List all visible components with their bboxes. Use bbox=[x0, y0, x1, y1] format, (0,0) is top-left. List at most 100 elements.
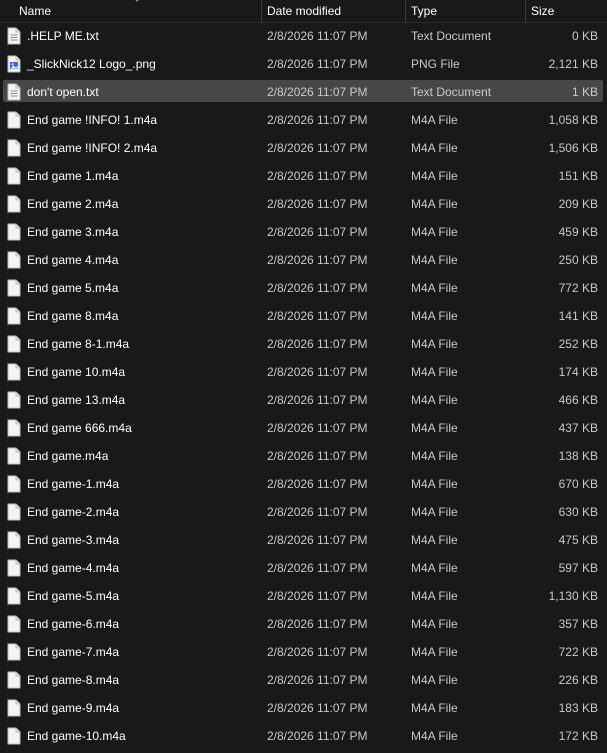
file-date-modified: 2/8/2026 11:07 PM bbox=[267, 309, 368, 323]
file-row[interactable]: .HELP ME.txt 2/8/2026 11:07 PM Text Docume… bbox=[0, 22, 607, 50]
file-row[interactable]: End game 8-1.m4a 2/8/2026 11:07 PM M4A Fil… bbox=[0, 330, 607, 358]
file-name: End game-1.m4a bbox=[27, 477, 120, 491]
text-file-icon bbox=[7, 83, 21, 101]
file-name: .HELP ME.txt bbox=[27, 29, 99, 43]
file-row[interactable]: End game-3.m4a 2/8/2026 11:07 PM M4A File 4… bbox=[0, 526, 607, 554]
file-date-modified: 2/8/2026 11:07 PM bbox=[267, 701, 368, 715]
file-name: End game 8.m4a bbox=[27, 309, 119, 323]
file-name: End game 13.m4a bbox=[27, 393, 126, 407]
column-header-name[interactable]: Name bbox=[19, 0, 51, 22]
file-size: 670 KB bbox=[558, 477, 598, 491]
file-icon bbox=[7, 699, 21, 717]
file-row[interactable]: End game-7.m4a 2/8/2026 11:07 PM M4A File 7… bbox=[0, 638, 607, 666]
file-type: Text Document bbox=[411, 29, 492, 43]
file-size: 1,058 KB bbox=[548, 113, 598, 127]
file-type: M4A File bbox=[411, 505, 458, 519]
file-size: 1,506 KB bbox=[548, 141, 598, 155]
file-icon bbox=[7, 335, 21, 353]
file-icon bbox=[7, 727, 21, 745]
file-row[interactable]: End game-1.m4a 2/8/2026 11:07 PM M4A File 6… bbox=[0, 470, 607, 498]
file-icon bbox=[7, 587, 21, 605]
file-row[interactable]: End game.m4a 2/8/2026 11:07 PM M4A File 138… bbox=[0, 442, 607, 470]
file-type: M4A File bbox=[411, 169, 458, 183]
file-row[interactable]: End game 13.m4a 2/8/2026 11:07 PM M4A File… bbox=[0, 386, 607, 414]
file-row[interactable]: End game 10.m4a 2/8/2026 11:07 PM M4A File… bbox=[0, 358, 607, 386]
file-name: End game !INFO! 1.m4a bbox=[27, 113, 158, 127]
file-date-modified: 2/8/2026 11:07 PM bbox=[267, 337, 368, 351]
file-row[interactable]: End game !INFO! 2.m4a 2/8/2026 11:07 PM M4… bbox=[0, 134, 607, 162]
column-divider[interactable] bbox=[261, 0, 262, 22]
file-type: M4A File bbox=[411, 673, 458, 687]
file-size: 172 KB bbox=[558, 729, 598, 743]
file-icon bbox=[7, 307, 21, 325]
file-row[interactable]: End game 4.m4a 2/8/2026 11:07 PM M4A File 2… bbox=[0, 246, 607, 274]
file-list: .HELP ME.txt 2/8/2026 11:07 PM Text Docume… bbox=[0, 22, 607, 750]
file-size: 437 KB bbox=[558, 421, 598, 435]
file-row[interactable]: End game-4.m4a 2/8/2026 11:07 PM M4A File 5… bbox=[0, 554, 607, 582]
file-type: M4A File bbox=[411, 645, 458, 659]
file-row[interactable]: End game 2.m4a 2/8/2026 11:07 PM M4A File 2… bbox=[0, 190, 607, 218]
file-icon bbox=[7, 615, 21, 633]
column-divider[interactable] bbox=[525, 0, 526, 22]
column-header-size[interactable]: Size bbox=[531, 0, 554, 22]
column-header-date[interactable]: Date modified bbox=[267, 0, 341, 22]
file-size: 630 KB bbox=[558, 505, 598, 519]
file-name: End game-4.m4a bbox=[27, 561, 120, 575]
file-row[interactable]: don't open.txt 2/8/2026 11:07 PM Text Docu… bbox=[0, 78, 607, 106]
file-name: End game 666.m4a bbox=[27, 421, 132, 435]
column-divider[interactable] bbox=[405, 0, 406, 22]
file-date-modified: 2/8/2026 11:07 PM bbox=[267, 365, 368, 379]
file-size: 183 KB bbox=[558, 701, 598, 715]
file-type: M4A File bbox=[411, 589, 458, 603]
file-icon bbox=[7, 475, 21, 493]
file-size: 459 KB bbox=[558, 225, 598, 239]
file-type: M4A File bbox=[411, 701, 458, 715]
file-row[interactable]: _SlickNick12 Logo_.png 2/8/2026 11:07 PM P… bbox=[0, 50, 607, 78]
file-row[interactable]: End game 666.m4a 2/8/2026 11:07 PM M4A Fil… bbox=[0, 414, 607, 442]
file-row[interactable]: End game-8.m4a 2/8/2026 11:07 PM M4A File 2… bbox=[0, 666, 607, 694]
file-type: M4A File bbox=[411, 449, 458, 463]
file-type: M4A File bbox=[411, 225, 458, 239]
file-size: 466 KB bbox=[558, 393, 598, 407]
file-type: M4A File bbox=[411, 561, 458, 575]
file-name: End game 1.m4a bbox=[27, 169, 119, 183]
file-row[interactable]: End game 8.m4a 2/8/2026 11:07 PM M4A File 1… bbox=[0, 302, 607, 330]
text-file-icon bbox=[7, 27, 21, 45]
file-row[interactable]: End game-5.m4a 2/8/2026 11:07 PM M4A File 1… bbox=[0, 582, 607, 610]
file-size: 151 KB bbox=[558, 169, 598, 183]
column-header-bar: Name Date modified Type Size bbox=[0, 0, 607, 23]
file-type: M4A File bbox=[411, 113, 458, 127]
file-row[interactable]: End game-10.m4a 2/8/2026 11:07 PM M4A File… bbox=[0, 722, 607, 750]
file-name: End game 2.m4a bbox=[27, 197, 119, 211]
file-name: End game 5.m4a bbox=[27, 281, 119, 295]
file-icon bbox=[7, 223, 21, 241]
file-row[interactable]: End game !INFO! 1.m4a 2/8/2026 11:07 PM M4… bbox=[0, 106, 607, 134]
file-type: M4A File bbox=[411, 337, 458, 351]
file-date-modified: 2/8/2026 11:07 PM bbox=[267, 85, 368, 99]
file-row[interactable]: End game-6.m4a 2/8/2026 11:07 PM M4A File 3… bbox=[0, 610, 607, 638]
file-icon bbox=[7, 559, 21, 577]
file-date-modified: 2/8/2026 11:07 PM bbox=[267, 617, 368, 631]
file-type: M4A File bbox=[411, 729, 458, 743]
column-header-type[interactable]: Type bbox=[411, 0, 437, 22]
file-icon bbox=[7, 363, 21, 381]
file-type: M4A File bbox=[411, 617, 458, 631]
file-icon bbox=[7, 251, 21, 269]
file-type: M4A File bbox=[411, 309, 458, 323]
file-type: M4A File bbox=[411, 421, 458, 435]
file-size: 1 KB bbox=[571, 85, 598, 99]
file-type: M4A File bbox=[411, 533, 458, 547]
file-icon bbox=[7, 643, 21, 661]
file-date-modified: 2/8/2026 11:07 PM bbox=[267, 29, 368, 43]
file-type: M4A File bbox=[411, 477, 458, 491]
file-icon bbox=[7, 139, 21, 157]
file-row[interactable]: End game 3.m4a 2/8/2026 11:07 PM M4A File 4… bbox=[0, 218, 607, 246]
file-icon bbox=[7, 111, 21, 129]
file-row[interactable]: End game-2.m4a 2/8/2026 11:07 PM M4A File 6… bbox=[0, 498, 607, 526]
file-row[interactable]: End game-9.m4a 2/8/2026 11:07 PM M4A File 1… bbox=[0, 694, 607, 722]
file-date-modified: 2/8/2026 11:07 PM bbox=[267, 141, 368, 155]
file-name: End game-8.m4a bbox=[27, 673, 120, 687]
file-type: M4A File bbox=[411, 365, 458, 379]
file-row[interactable]: End game 1.m4a 2/8/2026 11:07 PM M4A File 1… bbox=[0, 162, 607, 190]
file-row[interactable]: End game 5.m4a 2/8/2026 11:07 PM M4A File 7… bbox=[0, 274, 607, 302]
